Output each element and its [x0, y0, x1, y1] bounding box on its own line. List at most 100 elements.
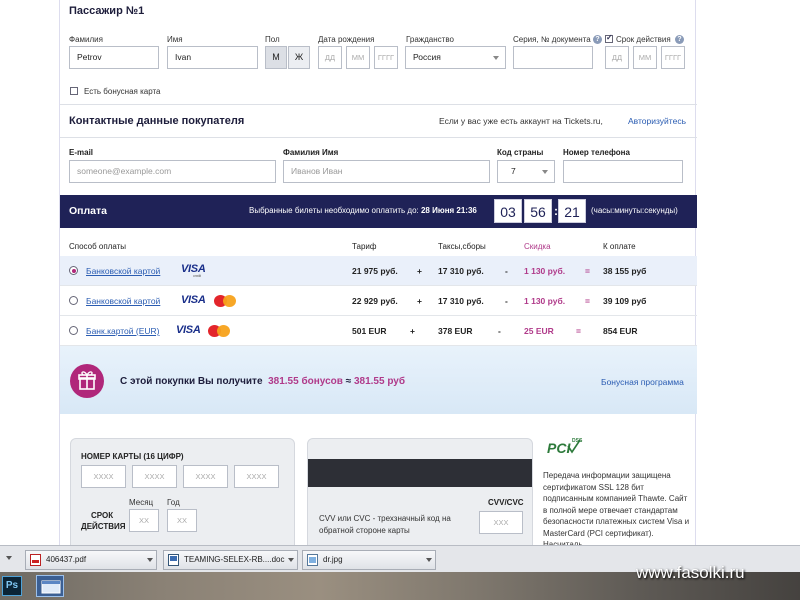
document-label: Серия, № документа [513, 35, 591, 44]
validity-label: Срок действия [616, 35, 671, 44]
card-number-input-2[interactable]: XXXX [132, 465, 177, 488]
svg-text:PCI: PCI [547, 440, 571, 456]
expiry-label-2: ДЕЙСТВИЯ [81, 522, 126, 531]
cvv-input[interactable]: XXX [479, 511, 523, 534]
fare-header: Тариф [352, 242, 377, 251]
total-value: 39 109 руб [603, 296, 647, 306]
name-input[interactable]: Ivan [167, 46, 258, 69]
expiry-month-input[interactable]: XX [129, 509, 159, 532]
chevron-down-icon [288, 558, 294, 562]
document-input[interactable] [513, 46, 593, 69]
payment-method-link[interactable]: Банковской картой [86, 266, 160, 276]
bonus-text: С этой покупки Вы получите 381.55 бонусо… [120, 376, 405, 387]
chevron-down-icon [426, 558, 432, 562]
fullname-label: Фамилия Имя [283, 148, 339, 157]
timer-minutes: 56 [524, 199, 552, 223]
email-placeholder: someone@example.com [77, 166, 172, 176]
bonus-rub: 381.55 руб [353, 376, 406, 387]
validity-year-input[interactable]: ГГГГ [661, 46, 685, 69]
payment-radio[interactable] [69, 296, 78, 305]
window-icon[interactable] [36, 575, 64, 597]
month-label: Месяц [129, 498, 154, 507]
card-number-label: НОМЕР КАРТЫ (16 ЦИФР) [81, 452, 184, 461]
ssl-note: Передача информации защищена сертификато… [543, 471, 690, 549]
payment-header: Оплата Выбранные билеты необходимо оплат… [60, 195, 697, 228]
country-code-select[interactable]: 7 [497, 160, 555, 183]
surname-label: Фамилия [69, 35, 103, 44]
plus-sign: + [417, 296, 422, 306]
document-help-icon[interactable]: ? [593, 35, 602, 44]
plus-sign: + [417, 266, 422, 276]
phone-field[interactable] [563, 160, 683, 183]
sex-label: Пол [265, 35, 280, 44]
bonus-amount: 381.55 бонусов [268, 376, 343, 387]
taskbar-item-label: TEAMING-SELEX-RB....doc [184, 555, 285, 564]
surname-input[interactable]: Petrov [69, 46, 159, 69]
timer-hours: 03 [494, 199, 522, 223]
pci-dss-text: DSS [572, 438, 583, 444]
birth-day-input[interactable]: ДД [318, 46, 342, 69]
validity-month-input[interactable]: ММ [633, 46, 657, 69]
gift-icon [70, 364, 104, 398]
photoshop-icon[interactable]: Ps [2, 576, 22, 596]
plus-sign: + [410, 326, 415, 336]
validity-help-icon[interactable]: ? [675, 35, 684, 44]
minus-sign: - [505, 296, 508, 306]
chevron-down-icon [542, 170, 548, 174]
citizenship-select[interactable]: Россия [405, 46, 506, 69]
sex-male-button[interactable]: М [265, 46, 287, 69]
birthdate-label: Дата рождения [318, 35, 375, 44]
bonus-card-label: Есть бонусная карта [84, 87, 161, 96]
cvv-label: CVV/CVC [488, 498, 524, 507]
image-icon [307, 554, 318, 566]
divider [60, 137, 697, 138]
card-number-input-3[interactable]: XXXX [183, 465, 228, 488]
taskbar-item[interactable]: 406437.pdf [25, 550, 157, 570]
validity-checkbox[interactable] [605, 33, 613, 43]
year-label: Год [167, 498, 180, 507]
approx-sign: ≈ [345, 376, 352, 387]
taxes-value: 378 EUR [438, 326, 473, 336]
deadline-text: Выбранные билеты необходимо оплатить до:… [249, 206, 477, 215]
card-number-input-1[interactable]: XXXX [81, 465, 126, 488]
chevron-down-icon[interactable] [6, 556, 12, 560]
payment-row[interactable]: Банк.картой (EUR) VISA 501 EUR + 378 EUR… [60, 316, 697, 346]
payment-row[interactable]: Банковской картой VISA credit 21 975 руб.… [60, 256, 697, 286]
sex-female-button[interactable]: Ж [288, 46, 310, 69]
citizenship-value: Россия [413, 52, 441, 62]
taxes-value: 17 310 руб. [438, 296, 484, 306]
payment-method-link[interactable]: Банк.картой (EUR) [86, 326, 160, 336]
timer-seconds: 21 [558, 199, 586, 223]
payment-row[interactable]: Банковской картой VISA 22 929 руб. + 17 … [60, 286, 697, 316]
visa-icon: VISA [181, 294, 206, 306]
taskbar-item[interactable]: TEAMING-SELEX-RB....doc [163, 550, 298, 570]
page: Пассажир №1 Фамилия Petrov Имя Ivan Пол … [0, 0, 800, 558]
bonus-text-before: С этой покупки Вы получите [120, 376, 263, 387]
equals-sign: = [576, 326, 581, 336]
payment-method-link[interactable]: Банковской картой [86, 296, 160, 306]
validity-day-input[interactable]: ДД [605, 46, 629, 69]
country-code-value: 7 [511, 166, 516, 176]
deadline-value: 28 Июня 21:36 [420, 206, 477, 215]
chevron-down-icon [493, 56, 499, 60]
login-link[interactable]: Авторизуйтесь [628, 116, 686, 126]
name-label: Имя [167, 35, 183, 44]
card-number-input-4[interactable]: XXXX [234, 465, 279, 488]
country-code-label: Код страны [497, 148, 544, 157]
discount-header: Скидка [524, 242, 551, 251]
chevron-down-icon [147, 558, 153, 562]
payment-radio[interactable] [69, 326, 78, 335]
taskbar-item[interactable]: dr.jpg [302, 550, 436, 570]
bonus-card-checkbox[interactable] [70, 87, 78, 95]
total-value: 38 155 руб [603, 266, 647, 276]
fullname-placeholder: Иванов Иван [291, 166, 343, 176]
discount-value: 1 130 руб. [524, 266, 566, 276]
payment-radio[interactable] [69, 266, 78, 275]
timer-units: (часы:минуты:секунды) [591, 206, 678, 215]
fullname-field[interactable]: Иванов Иван [283, 160, 490, 183]
bonus-program-link[interactable]: Бонусная программа [601, 377, 684, 387]
birth-month-input[interactable]: ММ [346, 46, 370, 69]
birth-year-input[interactable]: ГГГГ [374, 46, 398, 69]
email-field[interactable]: someone@example.com [69, 160, 276, 183]
expiry-year-input[interactable]: XX [167, 509, 197, 532]
